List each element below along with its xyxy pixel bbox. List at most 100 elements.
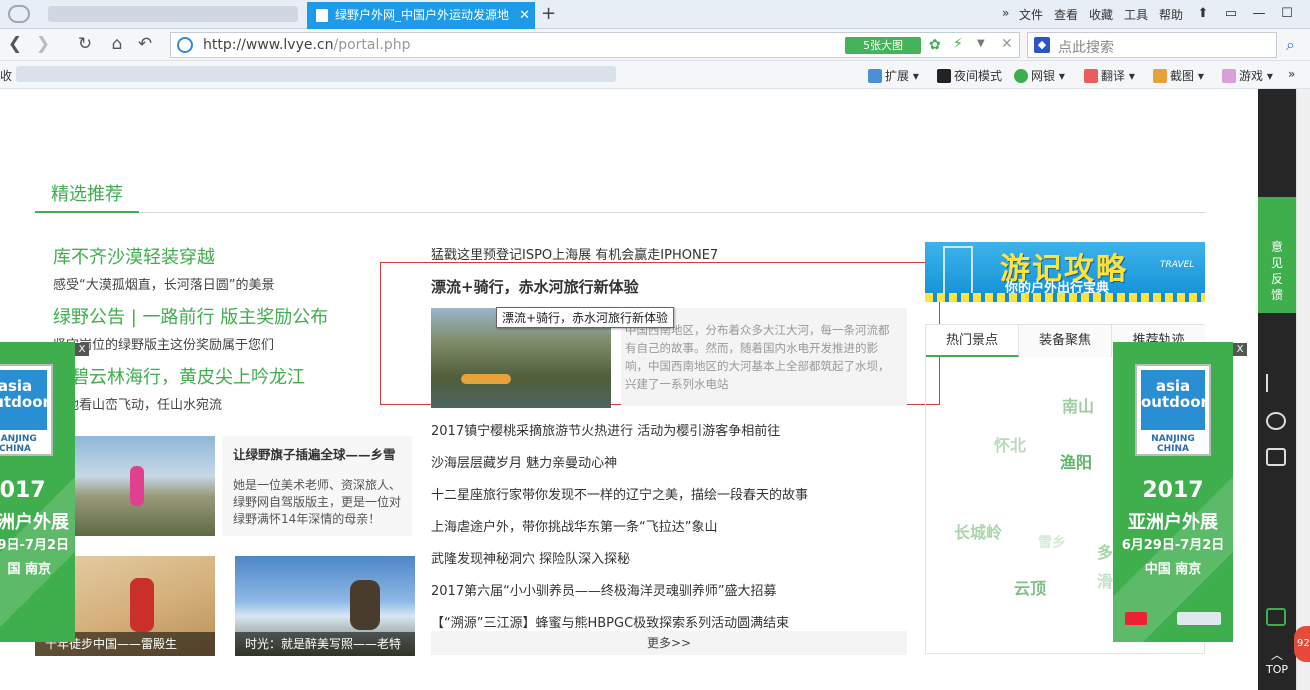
more-link[interactable]: 更多>> [431,631,907,655]
toolbar-more[interactable]: » [1288,67,1295,81]
toolbar-extensions[interactable]: 扩展 ▾ [868,67,919,84]
forward-icon[interactable]: ❯ [32,33,54,55]
news-link[interactable]: 猛戳这里预登记ISPO上海展 有机会赢走IPHONE7 [431,244,718,263]
toolbar-translate[interactable]: 翻译 ▾ [1084,67,1135,84]
scrollbar[interactable] [1296,89,1310,690]
browser-titlebar: 绿野户外网_中国户外运动发源地 ✕ + » 文件 查看 收藏 工具 帮助 ⬆ ▭… [0,0,1310,29]
section-divider [35,212,1205,213]
url-text: http://www.lvye.cn/portal.php [203,37,411,53]
news-link[interactable]: 上海虐途户外，带你挑战华东第一条“飞拉达”象山 [431,516,717,535]
flag-icon[interactable] [1266,374,1286,392]
section-title: 精选推荐 [51,184,123,205]
tooltip: 漂流+骑行，赤水河旅行新体验 [496,307,675,328]
extensions-icon [868,69,882,83]
tag-cloud-item[interactable]: 长城岭 [954,519,1002,543]
ad-close-button[interactable]: X [1233,343,1247,356]
left-item-title[interactable]: 竹碧云林海行，黄皮尖上吟龙江 [53,363,305,389]
floating-ad-right[interactable]: asia outdoor NANJING CHINA 2017 亚洲户外展 6月2… [1113,342,1233,642]
ad-title: 洲户外展 [0,512,69,533]
tag-cloud-item[interactable]: 怀北 [994,432,1026,456]
notification-badge[interactable]: 92 [1294,626,1310,662]
ad-place: 中国 南京 [1144,562,1202,577]
chevron-down-icon[interactable]: ▼ [977,38,985,49]
featured-desc: 中国西南地区，分布着众多大江大河，每一条河流都有自己的故事。然而，随着国内水电开… [625,323,890,391]
left-item-title[interactable]: 绿野公告 | 一路前行 版主奖励公布 [53,303,328,329]
menu-favorites[interactable]: 收藏 [1089,6,1113,23]
chat-icon[interactable] [1266,412,1286,430]
tab-active[interactable]: 绿野户外网_中国户外运动发源地 ✕ [307,2,535,29]
close-icon[interactable]: ✕ [1001,36,1013,52]
toolbar-screenshot[interactable]: 截图 ▾ [1153,67,1204,84]
back-to-top-button[interactable]: ︿ TOP [1258,640,1296,690]
menu-help[interactable]: 帮助 [1159,6,1183,23]
tag-cloud-item[interactable]: 云顶 [1014,575,1046,599]
restore-icon[interactable]: ▭ [1220,3,1242,25]
menu-tools[interactable]: 工具 [1124,6,1148,23]
left-item-desc: 感受“大漠孤烟直，长河落日圆”的美景 [53,278,275,293]
ad-year: 2017 [0,478,46,503]
news-link[interactable]: 武隆发现神秘洞穴 探险队深入探秘 [431,548,630,567]
site-icon [177,37,193,53]
game-icon [1222,69,1236,83]
tab-close-button[interactable]: ✕ [519,2,530,29]
ad-dates: 6月29日-7月2日 [1121,538,1225,553]
favorites-bar: 收 扩展 ▾ 夜间模式 网银 ▾ 翻译 ▾ 截图 ▾ 游戏 ▾ » [0,61,1310,89]
tag-cloud-item[interactable]: 南山 [1062,393,1094,417]
favorites-label[interactable]: 收 [0,67,12,84]
news-link[interactable]: 【“溯源”三江源】蜂蜜与熊HBPGC极致探索系列活动圆满结束 [431,612,789,631]
browser-navbar: ❮ ❯ ↻ ⌂ ↶ http://www.lvye.cn/portal.php … [0,29,1310,61]
tag-cloud-item[interactable]: 雪乡 [1038,532,1066,552]
toolbar-night-mode[interactable]: 夜间模式 [937,67,1002,84]
tab-gear[interactable]: 装备聚焦 [1019,325,1112,357]
lightning-icon[interactable]: ⚡ [953,36,963,52]
sync-icon[interactable]: ✿ [929,37,941,53]
home-icon[interactable]: ⌂ [106,33,128,55]
ad-place: 国 南京 [7,562,51,577]
asia-outdoor-logo: asiaoutdoor NANJING CHINA [1135,364,1211,456]
story-title[interactable]: 让绿野旗子插遍全球——乡雪 [233,444,396,463]
tag-cloud-item[interactable]: 多 [1097,539,1113,563]
cloud-icon[interactable] [8,5,30,23]
maximize-button[interactable]: ☐ [1276,3,1298,25]
toolbar-games[interactable]: 游戏 ▾ [1222,67,1273,84]
big-image-badge[interactable]: 5张大图 [845,37,921,54]
toolbar-banking[interactable]: 网银 ▾ [1014,67,1065,84]
news-link[interactable]: 沙海层层藏岁月 魅力亲曼动心神 [431,452,617,471]
search-icon[interactable]: ⌕ [1286,35,1295,55]
tag-cloud-item[interactable]: 滑 [1097,568,1113,592]
news-link[interactable]: 2017第六届“小小驯养员——终极海洋灵魂驯养师”盛大招募 [431,580,777,599]
news-link[interactable]: 十二星座旅行家带你发现不一样的辽宁之美，描绘一段春天的故事 [431,484,808,503]
address-bar[interactable]: http://www.lvye.cn/portal.php 5张大图 ✿ ⚡ ▼… [170,32,1020,58]
floating-ad-left[interactable]: asiaoutdoor NANJING CHINA 2017 洲户外展 9日-7… [0,342,75,642]
tag-cloud-item[interactable]: 渔阳 [1060,449,1092,473]
ad-title: 亚洲户外展 [1128,512,1218,533]
sponsor-logo [1177,612,1221,625]
refresh-icon[interactable]: ↻ [74,33,96,55]
undo-icon[interactable]: ↶ [134,33,156,55]
chevron-right-icon[interactable]: » [1002,6,1009,20]
left-item-title[interactable]: 库不齐沙漠轻装穿越 [53,243,215,269]
featured-title[interactable]: 漂流+骑行，赤水河旅行新体验 [431,276,639,297]
search-input[interactable]: ◆ 点此搜索 [1027,32,1277,58]
photo-card[interactable]: 时光：就是醉美写照——老特 [235,556,415,656]
travel-guide-banner[interactable]: 游记攻略 你的户外出行宝典 TRAVEL [925,242,1205,302]
ad-close-button[interactable]: X [75,343,89,356]
minimize-button[interactable]: — [1248,3,1270,25]
baidu-icon: ◆ [1034,37,1050,53]
blurred-favorites [16,66,616,82]
news-link[interactable]: 2017镇宁樱桃采摘旅游节火热进行 活动为樱引游客争相前往 [431,420,780,439]
hiker-figure [130,578,154,632]
left-item-desc: 静地看山峦飞动，任山水宛流 [53,398,223,413]
image-icon[interactable] [1266,448,1286,466]
skin-icon[interactable]: ⬆ [1192,3,1214,25]
feedback-button[interactable]: 意见反馈 [1258,197,1296,313]
ad-year: 2017 [1142,478,1204,503]
chevron-up-icon: ︿ [1270,648,1283,662]
qrcode-icon[interactable] [1266,608,1286,626]
scissors-icon [1153,69,1167,83]
menu-view[interactable]: 查看 [1054,6,1078,23]
back-icon[interactable]: ❮ [4,33,26,55]
menu-file[interactable]: 文件 [1019,6,1043,23]
tab-hot-spots[interactable]: 热门景点 [926,325,1019,357]
new-tab-button[interactable]: + [541,3,561,24]
